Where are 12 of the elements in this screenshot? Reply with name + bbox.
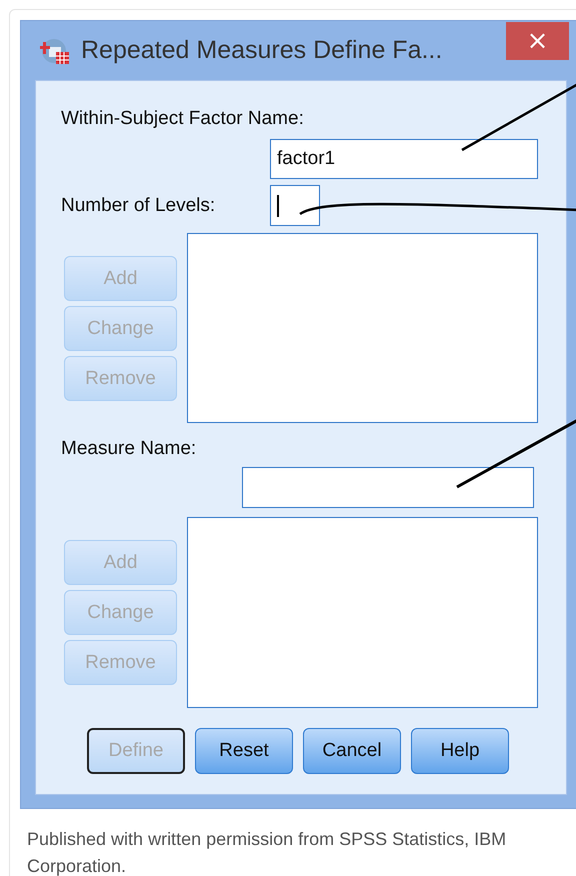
field-label: Number of Levels:: [61, 194, 216, 218]
close-button[interactable]: ×: [506, 22, 569, 60]
window-title: Repeated Measures Define Fa...: [81, 36, 442, 65]
input-field[interactable]: [270, 185, 320, 226]
caption-text: Published with written permission from SPSS Statistics, IBM Corporation.: [27, 828, 507, 876]
field-label: Measure Name:: [61, 437, 198, 461]
dialog-button[interactable]: Cancel: [303, 728, 401, 774]
dialog-button[interactable]: Help: [411, 728, 509, 774]
dialog-button[interactable]: Reset: [195, 728, 293, 774]
input-field[interactable]: factor1: [270, 139, 538, 179]
input-field[interactable]: [242, 467, 534, 508]
field-label: Within-Subject Factor Name:: [61, 107, 305, 131]
